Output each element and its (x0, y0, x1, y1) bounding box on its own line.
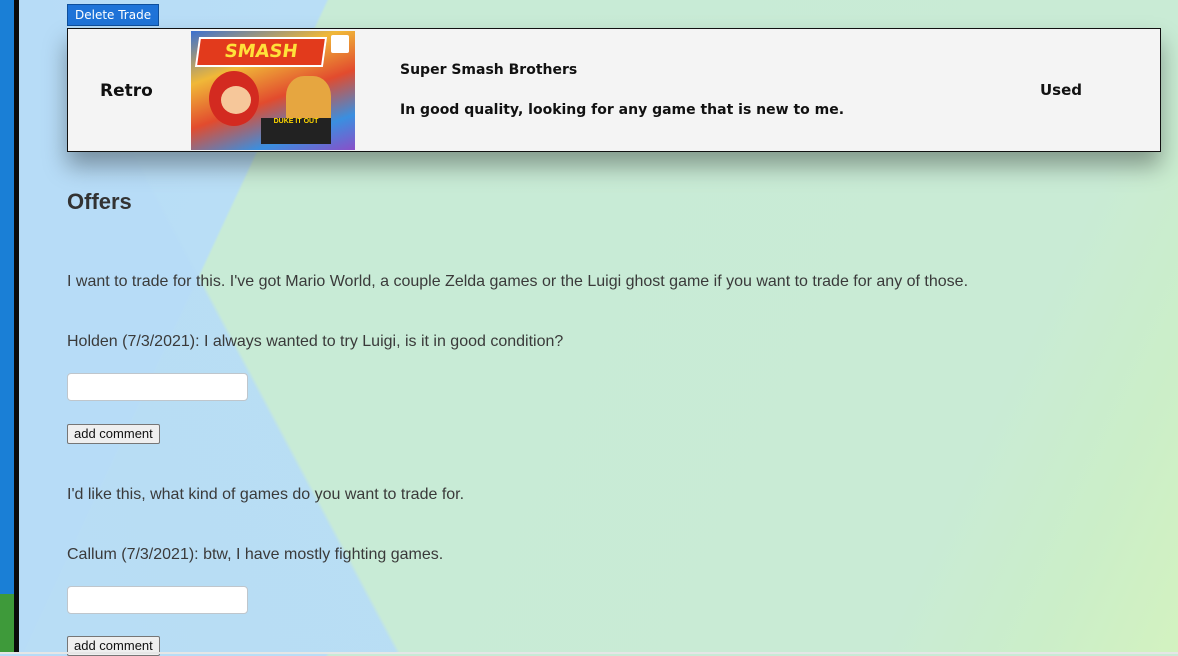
offer-message: I want to trade for this. I've got Mario… (67, 273, 969, 290)
comment-input[interactable] (67, 373, 248, 401)
trade-condition: Used (1040, 81, 1083, 99)
cover-character-face (221, 86, 251, 114)
left-edge-divider (14, 0, 19, 654)
offer-comment: Holden (7/3/2021): I always wanted to tr… (67, 333, 564, 350)
trade-description: In good quality, looking for any game th… (400, 102, 845, 118)
trade-title: Super Smash Brothers (400, 62, 578, 78)
game-cover-image: SMASH DUKE IT OUT (191, 31, 355, 150)
left-edge-bar (0, 0, 14, 654)
offers-heading: Offers (67, 189, 132, 214)
offer-message: I'd like this, what kind of games do you… (67, 486, 465, 503)
comment-input[interactable] (67, 586, 248, 614)
cover-logo: SMASH (194, 37, 328, 67)
trade-category: Retro (100, 81, 153, 101)
n64-logo-icon (331, 35, 349, 53)
cover-banner: DUKE IT OUT (261, 118, 331, 144)
left-edge-accent (0, 594, 14, 654)
delete-trade-button[interactable]: Delete Trade (67, 4, 160, 26)
offer-comment: Callum (7/3/2021): btw, I have mostly fi… (67, 546, 444, 563)
trade-card: Retro SMASH DUKE IT OUT Super Smash Brot… (67, 28, 1161, 152)
add-comment-button[interactable]: add comment (67, 424, 160, 444)
